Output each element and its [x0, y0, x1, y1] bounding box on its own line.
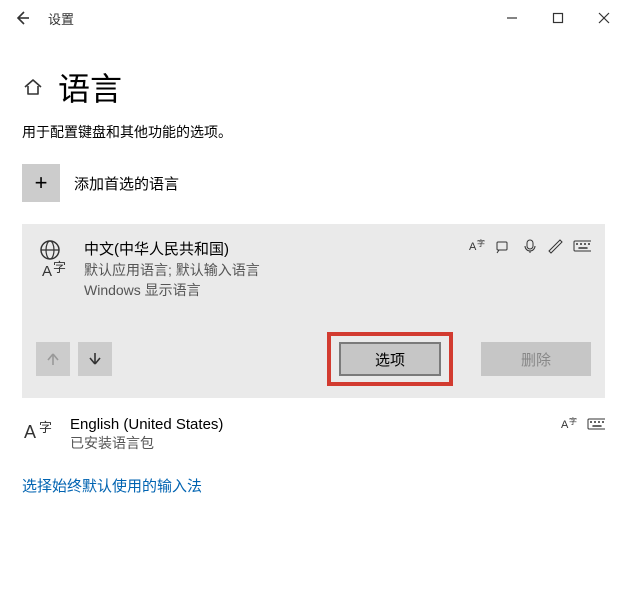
speech-icon: [521, 238, 539, 254]
arrow-up-icon: [45, 351, 61, 367]
svg-text:A: A: [42, 263, 52, 278]
language-action-row: 选项 删除: [36, 332, 591, 386]
svg-text:A: A: [469, 241, 477, 253]
svg-text:字: 字: [39, 420, 52, 435]
arrow-down-icon: [87, 351, 103, 367]
svg-text:A: A: [561, 419, 569, 431]
highlight-frame: 选项: [327, 332, 453, 386]
move-down-button[interactable]: [78, 342, 112, 376]
svg-text:字: 字: [569, 416, 577, 426]
svg-text:字: 字: [53, 260, 66, 275]
minimize-icon: [506, 12, 518, 24]
display-language-icon: A字: [469, 238, 487, 254]
language-subtitle-2: Windows 显示语言: [84, 281, 469, 301]
svg-text:字: 字: [477, 238, 485, 248]
window-title: 设置: [48, 9, 74, 28]
close-button[interactable]: [581, 2, 627, 34]
text-to-speech-icon: [495, 238, 513, 254]
page-description: 用于配置键盘和其他功能的选项。: [22, 122, 605, 142]
back-button[interactable]: [8, 4, 36, 32]
maximize-button[interactable]: [535, 2, 581, 34]
minimize-button[interactable]: [489, 2, 535, 34]
delete-button: 删除: [481, 342, 591, 376]
page-title: 语言: [58, 64, 122, 110]
add-language-button[interactable]: +: [22, 164, 60, 202]
language-feature-badges: A字: [469, 238, 591, 254]
language-subtitle-english: 已安装语言包: [70, 433, 561, 453]
language-name-english: English (United States): [70, 416, 561, 433]
add-language-label: 添加首选的语言: [74, 173, 179, 194]
language-text-icon: A 字: [22, 416, 56, 444]
home-icon[interactable]: [22, 76, 44, 98]
language-info: 中文(中华人民共和国) 默认应用语言; 默认输入语言 Windows 显示语言: [84, 238, 469, 300]
language-info-english: English (United States) 已安装语言包: [70, 416, 561, 453]
delete-button-label: 删除: [521, 349, 551, 370]
move-up-button[interactable]: [36, 342, 70, 376]
language-card-english[interactable]: A 字 English (United States) 已安装语言包 A字: [22, 416, 605, 453]
language-feature-badges-english: A字: [561, 416, 605, 432]
keyboard-icon: [573, 238, 591, 254]
handwriting-icon: [547, 238, 565, 254]
titlebar: 设置: [0, 0, 627, 36]
keyboard-icon: [587, 416, 605, 432]
default-ime-link[interactable]: 选择始终默认使用的输入法: [22, 475, 605, 496]
language-subtitle-1: 默认应用语言; 默认输入语言: [84, 261, 469, 281]
content-area: 语言 用于配置键盘和其他功能的选项。 + 添加首选的语言 A 字 中文(中华人民…: [0, 64, 627, 496]
heading-row: 语言: [22, 64, 605, 110]
plus-icon: +: [35, 170, 48, 196]
language-card-chinese[interactable]: A 字 中文(中华人民共和国) 默认应用语言; 默认输入语言 Windows 显…: [22, 224, 605, 398]
maximize-icon: [552, 12, 564, 24]
arrow-left-icon: [13, 9, 31, 27]
close-icon: [598, 12, 610, 24]
svg-text:A: A: [24, 422, 36, 442]
display-language-icon: A字: [561, 416, 579, 432]
language-name: 中文(中华人民共和国): [84, 238, 469, 259]
options-button-label: 选项: [375, 349, 405, 370]
add-language-row[interactable]: + 添加首选的语言: [22, 164, 605, 202]
language-globe-icon: A 字: [36, 238, 70, 278]
options-button[interactable]: 选项: [339, 342, 441, 376]
